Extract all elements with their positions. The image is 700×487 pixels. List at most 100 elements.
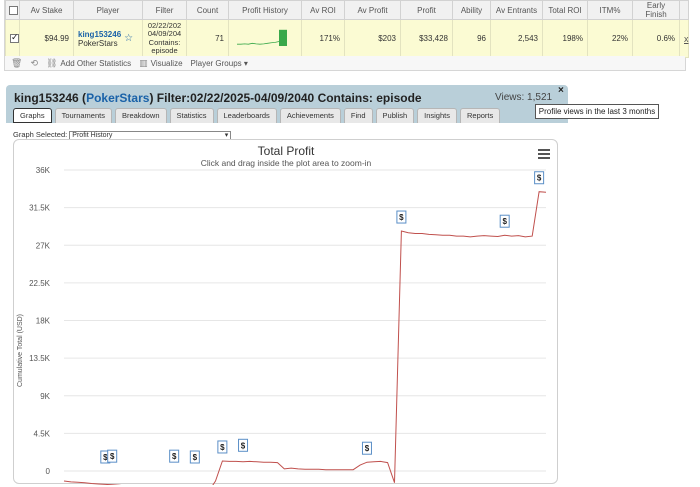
remove-row-link[interactable]: x	[684, 34, 689, 44]
player-link[interactable]: king153246	[78, 30, 121, 39]
y-axis-label: Cumulative Total (USD)	[17, 314, 24, 387]
chart-title: Total Profit	[258, 144, 315, 158]
tab-find[interactable]: Find	[343, 108, 373, 123]
tab-breakdown[interactable]: Breakdown	[114, 108, 167, 123]
graph-selected-label: Graph Selected:	[13, 130, 68, 139]
col-av-roi[interactable]: Av ROI	[301, 0, 345, 20]
profit-history-cell[interactable]	[228, 19, 302, 58]
col-av-entrants[interactable]: Av Entrants	[490, 0, 543, 20]
profit-history-sparkline[interactable]	[235, 28, 295, 50]
cash-marker-label: $	[241, 441, 246, 450]
chart-subtitle: Click and drag inside the plot area to z…	[201, 158, 372, 168]
cash-marker-label: $	[172, 452, 177, 461]
itm-value: 22%	[587, 19, 633, 58]
cash-marker[interactable]: $	[169, 449, 180, 463]
total-roi-value: 198%	[542, 19, 588, 58]
tab-achievements[interactable]: Achievements	[279, 108, 341, 123]
av-entrants-value: 2,543	[490, 19, 543, 58]
col-player[interactable]: Player	[73, 0, 143, 20]
y-tick-label: 9K	[40, 392, 50, 401]
panel-title: king153246 (PokerStars) Filter:02/22/202…	[14, 91, 422, 105]
y-tick-label: 27K	[36, 241, 51, 250]
col-remove	[679, 0, 689, 20]
cash-marker-label: $	[365, 444, 370, 453]
add-statistics-button[interactable]: ⛓ Add Other Statistics	[46, 58, 131, 69]
panel-header: king153246 (PokerStars) Filter:02/22/202…	[6, 85, 568, 123]
cash-marker[interactable]: $	[217, 440, 228, 454]
col-early-finish[interactable]: Early Finish	[632, 0, 680, 20]
profile-tabs: Graphs Tournaments Breakdown Statistics Lead…	[13, 108, 501, 123]
stats-header-row: Av Stake Player Filter Count Profit Hist…	[5, 0, 689, 20]
visualize-label: Visualize	[150, 58, 183, 68]
y-tick-label: 22.5K	[29, 279, 51, 288]
ability-value: 96	[452, 19, 491, 58]
row-select-cell[interactable]	[5, 19, 20, 58]
trash-icon[interactable]: 🗑	[11, 58, 22, 69]
tab-publish[interactable]: Publish	[375, 108, 415, 123]
cash-marker[interactable]: $	[499, 214, 510, 228]
cash-marker[interactable]: $	[396, 210, 407, 224]
stats-toolbar: 🗑 ⟲ ⛓ Add Other Statistics ▥ Visualize P…	[5, 56, 685, 70]
cash-marker[interactable]: $	[238, 438, 249, 452]
col-profit[interactable]: Profit	[400, 0, 453, 20]
tab-tournaments[interactable]: Tournaments	[54, 108, 112, 123]
col-ability[interactable]: Ability	[452, 0, 491, 20]
sparkline-line	[237, 40, 280, 45]
cash-marker-label: $	[399, 213, 404, 222]
tab-reports[interactable]: Reports	[459, 108, 501, 123]
tab-statistics[interactable]: Statistics	[169, 108, 214, 123]
profit-chart[interactable]: Total ProfitClick and drag inside the pl…	[14, 140, 559, 487]
col-profit-history[interactable]: Profit History	[228, 0, 302, 20]
col-total-roi[interactable]: Total ROI	[542, 0, 588, 20]
filter-cell: 02/22/202 04/09/204 Contains: episode	[142, 19, 187, 58]
cash-marker[interactable]: $	[361, 441, 372, 455]
views-count: Views: 1,521	[495, 92, 553, 103]
av-profit-value: $203	[344, 19, 401, 58]
cash-marker-label: $	[220, 443, 225, 452]
sparkline-bar	[279, 29, 287, 46]
select-all-cell[interactable]	[5, 0, 20, 20]
player-site: PokerStars	[78, 38, 118, 48]
cash-marker-label: $	[502, 217, 507, 226]
stats-table: Av Stake Player Filter Count Profit Hist…	[5, 0, 689, 58]
col-count[interactable]: Count	[186, 0, 229, 20]
col-av-profit[interactable]: Av Profit	[344, 0, 401, 20]
player-cell: king153246 PokerStars ☆	[73, 19, 143, 58]
filter-line-4: episode	[151, 46, 178, 55]
tab-graphs[interactable]: Graphs	[13, 108, 52, 123]
panel-site-link[interactable]: PokerStars	[86, 91, 149, 105]
cash-marker[interactable]: $	[189, 450, 200, 464]
y-tick-label: 36K	[36, 166, 51, 175]
y-tick-label: 13.5K	[29, 354, 51, 363]
col-filter[interactable]: Filter	[142, 0, 187, 20]
cash-marker[interactable]: $	[534, 171, 545, 185]
remove-cell[interactable]: x	[679, 19, 689, 58]
chart-icon: ▥	[139, 57, 148, 68]
chart-menu-icon[interactable]	[538, 149, 550, 161]
chart-container[interactable]: Total Profit Click and drag inside the pl…	[13, 139, 559, 487]
y-tick-label: 18K	[36, 317, 51, 326]
profit-value: $33,428	[400, 19, 453, 58]
early-finish-value: 0.6%	[632, 19, 680, 58]
panel-filter-text: Filter:02/22/2025-04/09/2040 Contains: e…	[156, 91, 422, 105]
close-icon[interactable]: ×	[558, 85, 564, 96]
col-av-stake[interactable]: Av Stake	[19, 0, 74, 20]
col-itm[interactable]: ITM%	[587, 0, 633, 20]
cash-marker-label: $	[110, 452, 115, 461]
refresh-icon[interactable]: ⟲	[30, 58, 38, 69]
favorite-star-icon[interactable]: ☆	[124, 33, 133, 44]
av-roi-value: 171%	[301, 19, 345, 58]
select-all-checkbox[interactable]	[9, 5, 18, 15]
link-icon: ⛓	[45, 57, 58, 68]
row-checkbox[interactable]	[10, 32, 19, 44]
visualize-button[interactable]: ▥ Visualize	[139, 58, 182, 69]
y-tick-label: 31.5K	[29, 204, 51, 213]
cash-marker-label: $	[537, 174, 542, 183]
player-groups-label: Player Groups ▾	[190, 58, 248, 68]
av-stake-value: $94.99	[19, 19, 74, 58]
tab-leaderboards[interactable]: Leaderboards	[216, 108, 277, 123]
cash-marker[interactable]: $	[107, 449, 118, 463]
tab-insights[interactable]: Insights	[417, 108, 457, 123]
player-groups-dropdown[interactable]: Player Groups ▾	[191, 59, 248, 68]
views-tooltip: Profile views in the last 3 months	[535, 104, 659, 119]
